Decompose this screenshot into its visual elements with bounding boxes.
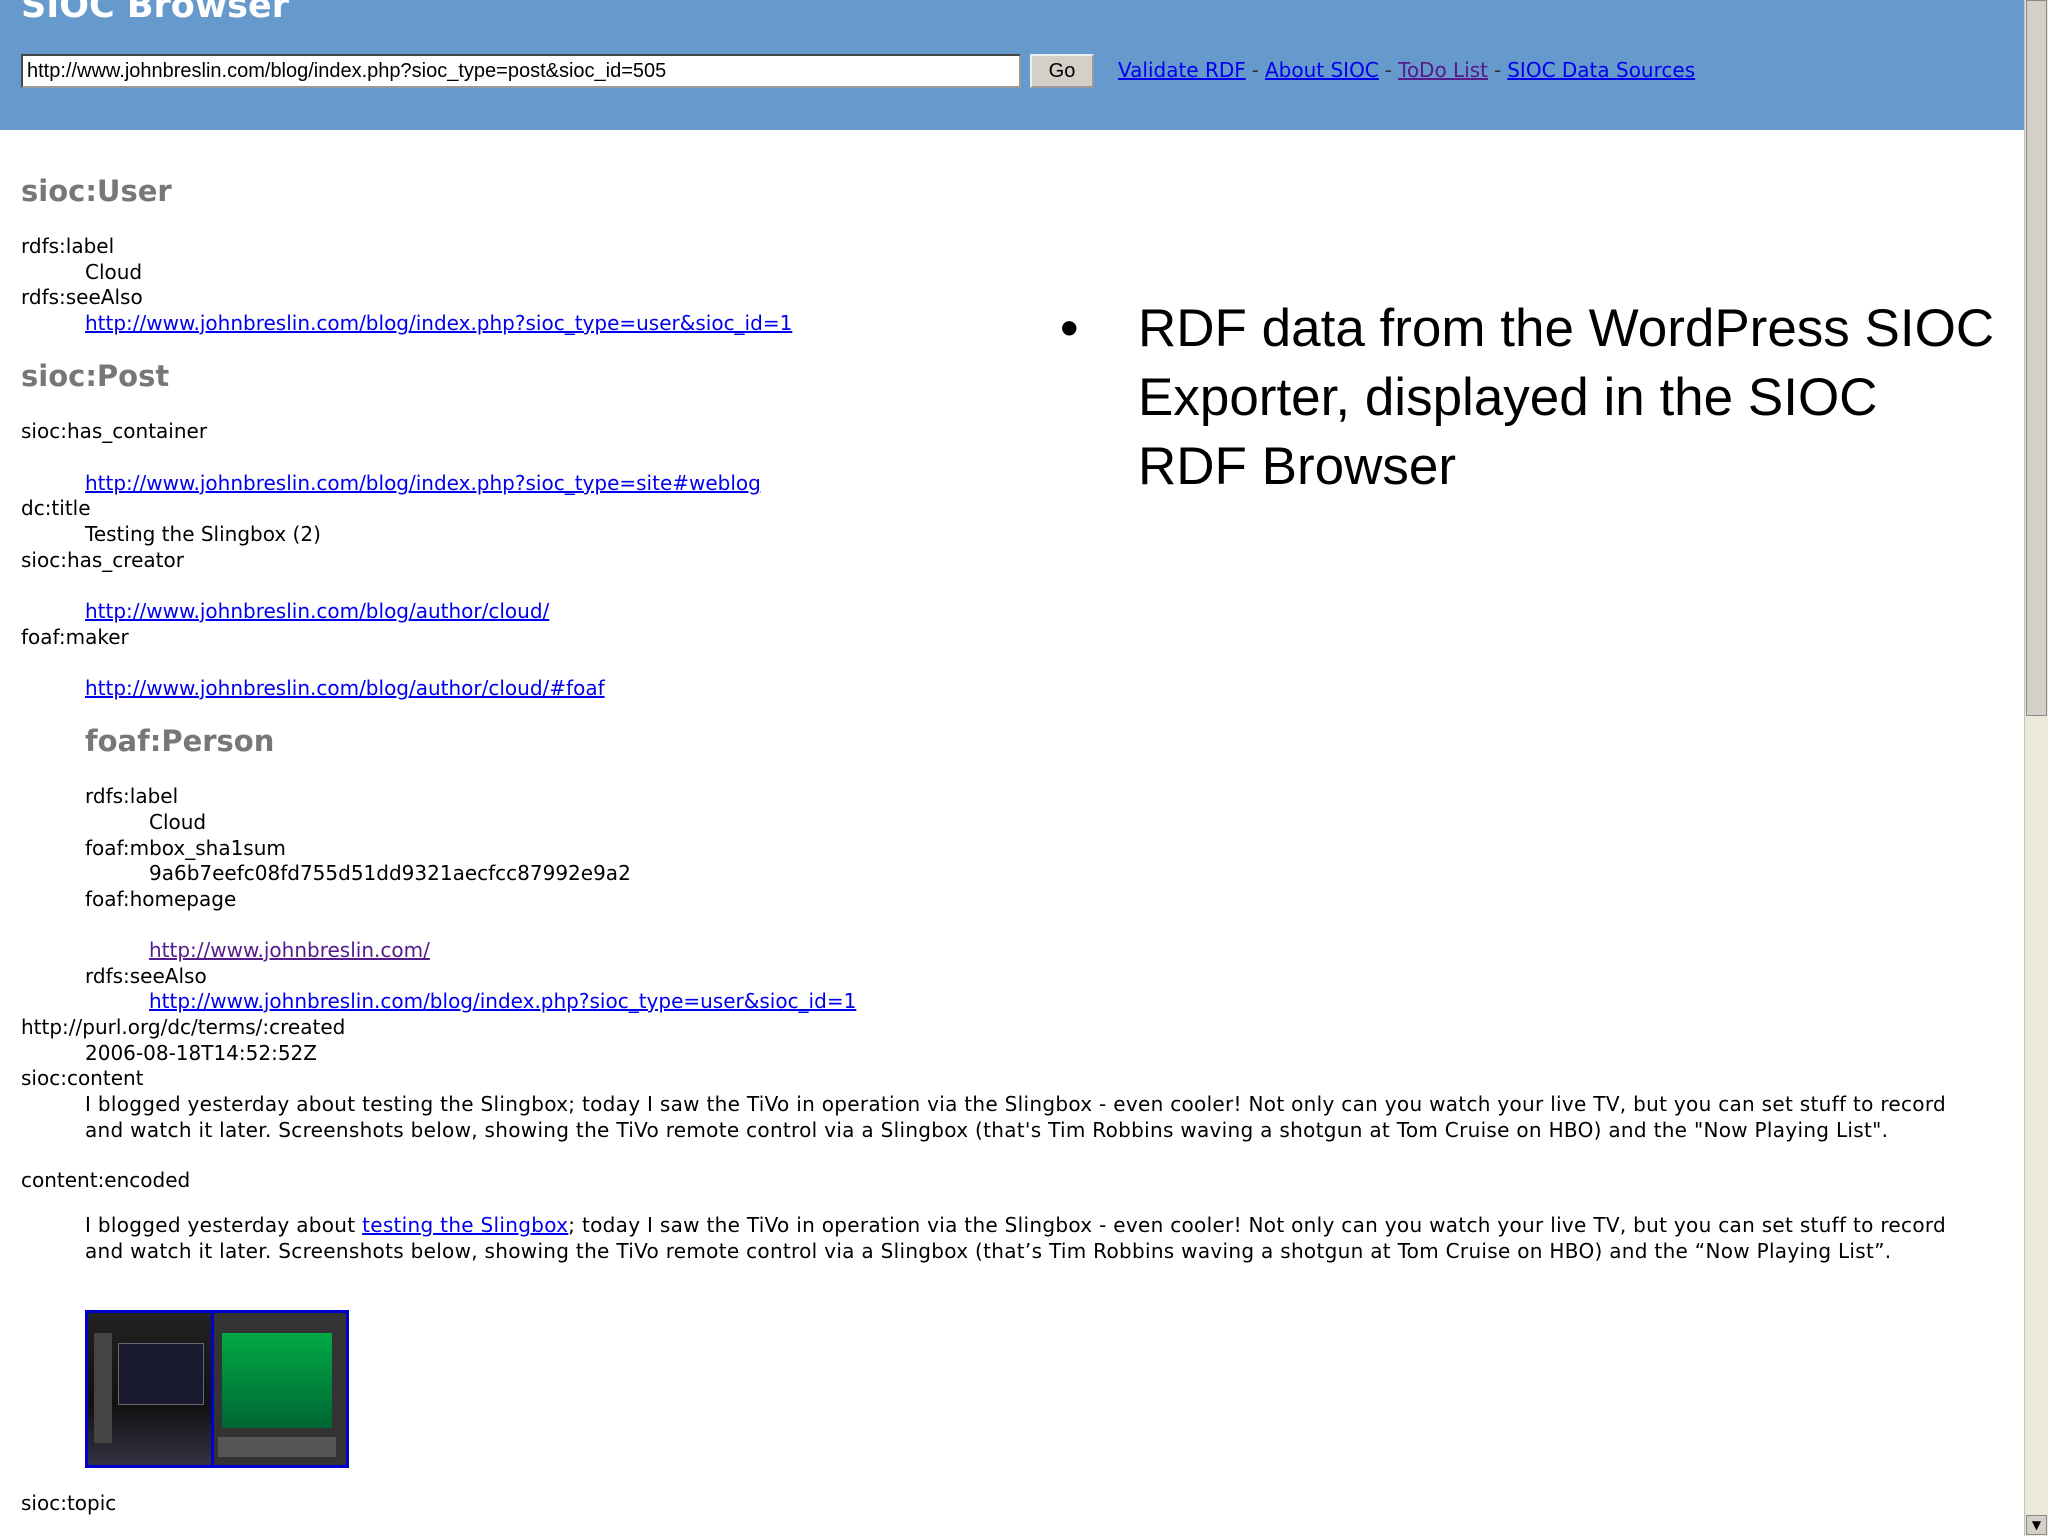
url-input[interactable] xyxy=(21,54,1021,88)
content-key: sioc:content xyxy=(21,1066,144,1090)
go-button[interactable]: Go xyxy=(1030,54,1094,88)
user-label-value: Cloud xyxy=(85,260,143,284)
title-key: dc:title xyxy=(21,496,91,520)
now-playing-list-image xyxy=(222,1333,332,1428)
sioc-data-sources-link[interactable]: SIOC Data Sources xyxy=(1507,58,1695,82)
encoded-value: I blogged yesterday about testing the Sl… xyxy=(85,1213,1975,1264)
scroll-down-arrow-icon[interactable]: ▼ xyxy=(2026,1515,2047,1535)
person-class-heading: foaf:Person xyxy=(85,724,275,758)
homepage-link[interactable]: http://www.johnbreslin.com/ xyxy=(149,938,430,963)
nav-separator: - xyxy=(1384,58,1392,82)
app-title: SIOC Browser xyxy=(21,0,290,26)
person-label-value: Cloud xyxy=(149,810,207,834)
topic-key: sioc:topic xyxy=(21,1491,117,1515)
person-seealso-link[interactable]: http://www.johnbreslin.com/blog/index.ph… xyxy=(149,989,856,1014)
nav-links: Validate RDF - About SIOC - ToDo List - SIOC D… xyxy=(1118,58,1695,82)
maker-link[interactable]: http://www.johnbreslin.com/blog/author/c… xyxy=(85,676,605,701)
mbox-key: foaf:mbox_sha1sum xyxy=(85,836,286,860)
encoded-text-before: I blogged yesterday about xyxy=(85,1213,363,1237)
title-value: Testing the Slingbox (2) xyxy=(85,522,321,546)
validate-rdf-link[interactable]: Validate RDF xyxy=(1118,58,1246,82)
created-value: 2006-08-18T14:52:52Z xyxy=(85,1041,317,1065)
user-label-key: rdfs:label xyxy=(21,234,115,258)
remote-control-image xyxy=(94,1333,112,1443)
header-bar: SIOC Browser Go Validate RDF-About SIOC-… xyxy=(0,0,2024,130)
nav-separator: - xyxy=(1494,58,1502,82)
vertical-scrollbar[interactable]: ▼ xyxy=(2024,0,2048,1536)
person-seealso-key: rdfs:seeAlso xyxy=(85,964,207,988)
user-class-heading: sioc:User xyxy=(21,174,172,208)
now-playing-screenshot xyxy=(214,1313,346,1465)
user-seealso-key: rdfs:seeAlso xyxy=(21,285,143,309)
nav-separator: - xyxy=(1251,58,1259,82)
encoded-key: content:encoded xyxy=(21,1168,191,1192)
tv-window-image xyxy=(118,1343,204,1405)
has-container-key: sioc:has_container xyxy=(21,419,208,443)
created-key: http://purl.org/dc/terms/:created xyxy=(21,1015,346,1039)
homepage-key: foaf:homepage xyxy=(85,887,237,911)
testing-slingbox-link[interactable]: testing the Slingbox xyxy=(362,1213,568,1237)
slide-caption-text: RDF data from the WordPress SIOC Exporte… xyxy=(1138,299,1995,496)
maker-key: foaf:maker xyxy=(21,625,129,649)
player-controls-image xyxy=(218,1437,336,1457)
tivo-remote-screenshot xyxy=(88,1313,214,1465)
mbox-value: 9a6b7eefc08fd755d51dd9321aecfcc87992e9a2 xyxy=(149,861,631,885)
content-value: I blogged yesterday about testing the Sl… xyxy=(85,1092,1947,1142)
todo-list-link[interactable]: ToDo List xyxy=(1398,58,1488,82)
bullet-icon: • xyxy=(1060,299,1079,358)
post-class-heading: sioc:Post xyxy=(21,359,170,393)
has-container-link[interactable]: http://www.johnbreslin.com/blog/index.ph… xyxy=(85,471,761,496)
scrollbar-thumb[interactable] xyxy=(2026,0,2047,716)
slingbox-screenshot-link[interactable] xyxy=(85,1310,349,1468)
user-seealso-link[interactable]: http://www.johnbreslin.com/blog/index.ph… xyxy=(85,311,792,336)
person-label-key: rdfs:label xyxy=(85,784,179,808)
has-creator-key: sioc:has_creator xyxy=(21,548,184,572)
about-sioc-link[interactable]: About SIOC xyxy=(1265,58,1379,82)
has-creator-link[interactable]: http://www.johnbreslin.com/blog/author/c… xyxy=(85,599,549,624)
